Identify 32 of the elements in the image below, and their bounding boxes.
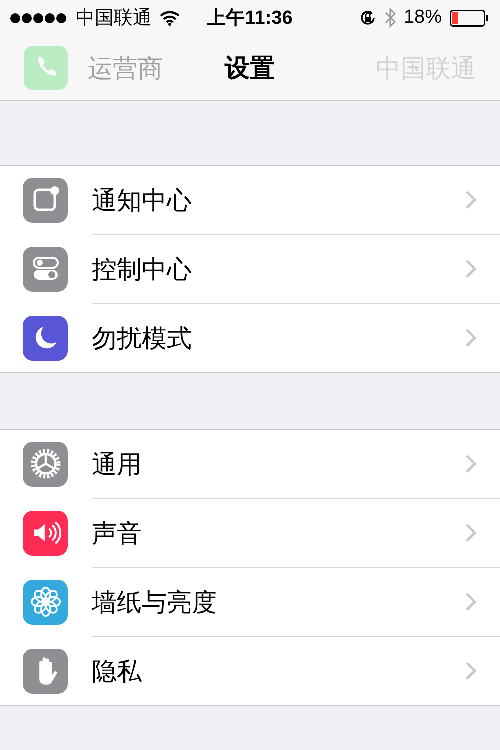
chevron-icon <box>464 591 478 613</box>
battery-icon <box>450 10 490 26</box>
battery-percent: 18% <box>404 7 442 29</box>
carrier-row-label: 运营商 <box>88 54 163 84</box>
chevron-icon <box>464 660 478 682</box>
carrier-name: 中国联通 <box>76 7 152 31</box>
row-label: 控制中心 <box>92 254 193 286</box>
row-label: 墙纸与亮度 <box>92 588 218 618</box>
chevron-icon <box>464 327 478 349</box>
settings-row[interactable]: 控制中心 <box>0 235 500 303</box>
settings-row[interactable]: 墙纸与亮度 <box>0 568 500 636</box>
bluetooth-icon <box>384 8 396 28</box>
clock-time: 上午11:36 <box>207 7 293 31</box>
chevron-icon <box>464 258 478 280</box>
chevron-icon <box>464 453 478 475</box>
phone-icon <box>24 46 68 90</box>
settings-row[interactable]: 勿扰模式 <box>0 304 500 372</box>
chevron-icon <box>464 522 478 544</box>
settings-row[interactable]: 通知中心 <box>0 166 500 234</box>
settings-row[interactable]: 通用 <box>0 430 500 498</box>
row-label: 通用 <box>92 450 143 480</box>
settings-row[interactable]: 隐私 <box>0 637 500 705</box>
row-label: 隐私 <box>92 656 143 688</box>
nav-title: 设置 <box>225 54 275 84</box>
rotation-lock-icon <box>358 9 377 27</box>
chevron-icon <box>464 189 478 211</box>
settings-row[interactable]: 声音 <box>0 499 500 567</box>
row-label: 通知中心 <box>92 186 193 216</box>
row-label: 勿扰模式 <box>92 324 193 354</box>
signal-icon <box>10 12 68 24</box>
row-label: 声音 <box>92 518 143 550</box>
wifi-icon <box>160 10 180 26</box>
